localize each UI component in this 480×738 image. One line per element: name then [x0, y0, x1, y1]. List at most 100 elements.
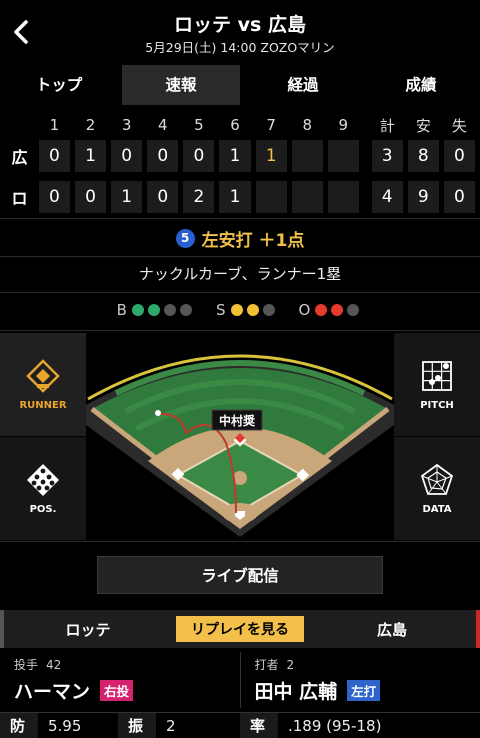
pitcher-role: 投手 — [14, 658, 39, 672]
ball-dot — [179, 304, 192, 316]
scoreboard: 1 2 3 4 5 6 7 8 9 計 安 失 広 0 1 0 0 0 1 1 … — [0, 112, 480, 215]
total-header-errors: 失 — [451, 116, 467, 135]
tab-top[interactable]: トップ — [0, 65, 118, 105]
inning-score — [255, 181, 287, 213]
batter-card[interactable]: 打者 2 田中 広輔 左打 — [241, 652, 480, 708]
scoreboard-row-away: 広 0 1 0 0 0 1 1 3 8 0 — [0, 138, 480, 174]
inning-header: 8 — [302, 116, 312, 134]
inning-header: 1 — [49, 116, 60, 134]
team-abbr: ロ — [11, 189, 28, 208]
replay-button[interactable]: リプレイを見る — [176, 616, 304, 642]
outs-group: O — [299, 301, 364, 319]
pitcher-hand-badge: 右投 — [100, 680, 134, 701]
pitcher-name: ハーマン — [14, 681, 91, 703]
position-diamond-icon — [27, 464, 59, 496]
ball-count: B S O — [0, 298, 480, 322]
batting-order-badge: 5 — [175, 228, 195, 248]
game-title: ロッテ vs 広島 — [174, 14, 306, 36]
strike-dot — [246, 304, 259, 316]
total-header-hits: 安 — [415, 116, 431, 135]
pitcher-card[interactable]: 投手 42 ハーマン 右投 — [0, 652, 241, 708]
inning-score: 1 — [75, 140, 107, 172]
out-dot — [347, 304, 360, 316]
stats-row: 防 5.95 振 2 率 .189 (95-18) — [0, 712, 480, 738]
inning-header: 6 — [230, 116, 240, 134]
baseball-field: 中村奨 — [86, 354, 394, 537]
avg-key: 率 — [240, 713, 278, 738]
inning-header: 9 — [338, 116, 349, 134]
data-label: DATA — [422, 504, 452, 515]
inning-score: 0 — [183, 140, 215, 172]
strikes-group: S — [216, 301, 279, 319]
scoreboard-row-home: ロ 0 0 1 0 2 1 4 9 0 — [0, 179, 480, 215]
inning-score — [291, 181, 323, 213]
play-result: 5 左安打 ＋1点 — [0, 222, 480, 254]
inning-score — [327, 181, 359, 213]
divider — [0, 292, 480, 293]
right-team-name[interactable]: 広島 — [304, 619, 480, 640]
team-abbr: 広 — [11, 148, 28, 167]
pos-label: POS. — [29, 504, 57, 515]
inning-header: 3 — [121, 116, 132, 134]
strikeout-key: 振 — [118, 713, 156, 738]
game-date-venue: 5月29日(土) 14:00 ZOZOマリン — [145, 40, 335, 55]
tab-stats[interactable]: 成績 — [362, 65, 480, 105]
inning-header: 5 — [194, 116, 204, 134]
pitch-grid-icon — [422, 361, 452, 391]
radar-chart-icon — [420, 463, 454, 495]
pitch-view-button[interactable]: PITCH — [394, 333, 480, 436]
divider — [0, 218, 480, 219]
play-result-text: 左安打 ＋1点 — [201, 230, 305, 251]
inning-score — [327, 140, 359, 172]
header: ロッテ vs 広島 5月29日(土) 14:00 ZOZOマリン — [0, 0, 480, 62]
batter-number: 2 — [286, 658, 295, 672]
divider — [0, 330, 480, 331]
inning-score: 2 — [183, 181, 215, 213]
avg-value: .189 (95-18) — [288, 717, 382, 735]
field-area: RUNNER POS. PITCH DATA 中村奨 — [0, 333, 480, 540]
inning-score: 1 — [111, 181, 143, 213]
total-runs: 4 — [371, 181, 403, 213]
tab-live[interactable]: 速報 — [122, 65, 240, 105]
scoreboard-header-row: 1 2 3 4 5 6 7 8 9 計 安 失 — [0, 112, 480, 138]
inning-header: 7 — [266, 116, 276, 134]
pitch-description: ナックルカーブ、ランナー1塁 — [138, 265, 342, 283]
inning-score: 1 — [219, 181, 251, 213]
position-view-button[interactable]: POS. — [0, 437, 86, 540]
inning-score: 0 — [147, 140, 179, 172]
total-errors: 0 — [443, 140, 475, 172]
ball-dot — [163, 304, 176, 316]
out-dot — [315, 304, 328, 316]
inning-score: 1 — [219, 140, 251, 172]
total-hits: 8 — [407, 140, 439, 172]
inning-score: 0 — [111, 140, 143, 172]
divider — [0, 256, 480, 257]
data-view-button[interactable]: DATA — [394, 437, 480, 540]
tab-progress[interactable]: 経過 — [244, 65, 362, 105]
batter-tag: 中村奨 — [219, 413, 256, 428]
inning-header: 2 — [85, 116, 96, 134]
inning-score: 0 — [147, 181, 179, 213]
balls-group: B — [117, 301, 196, 319]
strikes-label: S — [215, 301, 226, 319]
ball-dot — [147, 304, 160, 316]
tab-bar: トップ 速報 経過 成績 — [0, 65, 480, 105]
left-team-accent — [0, 610, 4, 648]
inning-score — [291, 140, 323, 172]
inning-score-current: 1 — [255, 140, 287, 172]
ball-dot — [131, 304, 144, 316]
total-runs: 3 — [371, 140, 403, 172]
inning-score: 0 — [38, 181, 70, 213]
live-stream-button[interactable]: ライブ配信 — [97, 556, 383, 594]
runner-view-button[interactable]: RUNNER — [0, 333, 86, 436]
inning-score: 0 — [38, 140, 70, 172]
strike-dot — [230, 304, 243, 316]
total-header-runs: 計 — [379, 116, 395, 135]
matchup: 投手 42 ハーマン 右投 打者 2 田中 広輔 左打 — [0, 652, 480, 708]
left-team-name[interactable]: ロッテ — [0, 619, 176, 640]
team-bar: ロッテ リプレイを見る 広島 — [0, 610, 480, 648]
right-team-accent — [476, 610, 480, 648]
runner-diamond-icon — [26, 359, 60, 393]
total-hits: 9 — [407, 181, 439, 213]
strikeout-value: 2 — [166, 717, 176, 735]
